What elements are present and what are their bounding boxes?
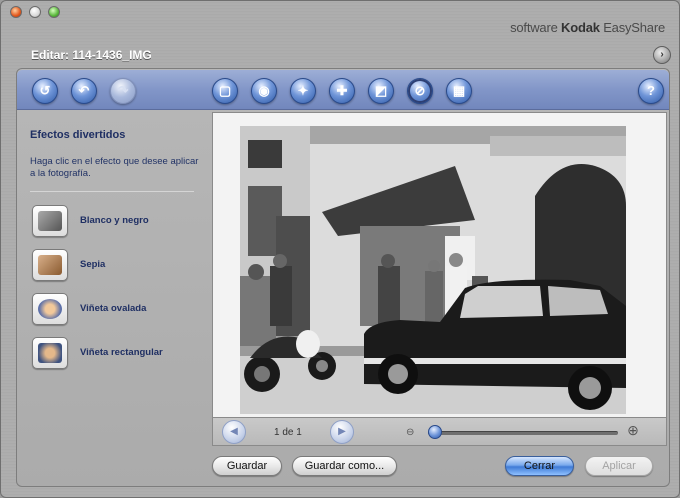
effect-oval-vignette[interactable]: Viñeta ovalada [30,293,200,329]
undo-button[interactable]: ↶ [71,78,97,104]
undo-icon: ↶ [78,83,90,98]
arrow-right-icon: ▶ [338,426,346,437]
effect-black-and-white[interactable]: Blanco y negro [30,205,200,241]
effect-thumbnail [32,249,68,281]
effect-rectangular-vignette[interactable]: Viñeta rectangular [30,337,200,373]
enhance-button[interactable]: ✦ [290,78,316,104]
sidebar-description: Haga clic en el efecto que desee aplicar… [30,156,199,179]
help-button[interactable]: ? [638,78,664,104]
effect-label: Viñeta rectangular [80,347,163,358]
page-indicator: 1 de 1 [274,427,302,438]
scratch-removal-button[interactable]: ▦ [446,78,472,104]
divider [30,191,194,192]
adjust-icon: ✚ [336,83,348,98]
photo-preview [240,126,626,414]
close-button[interactable]: Cerrar [505,456,574,476]
zoom-slider[interactable] [428,431,618,435]
rotate-left-button[interactable]: ↺ [32,78,58,104]
close-window-icon[interactable] [10,6,22,18]
previous-photo-button[interactable]: ◀ [222,420,246,444]
color-button[interactable]: ◩ [368,78,394,104]
brand-suffix: EasyShare [603,20,665,35]
sidebar-title: Efectos divertidos [30,129,126,141]
effect-label: Sepia [80,259,106,270]
street-photo-image [240,126,626,414]
brand-name: Kodak [561,20,600,35]
crop-button[interactable]: ▢ [212,78,238,104]
info-icon[interactable]: › [653,46,671,64]
save-button[interactable]: Guardar [212,456,282,476]
arrow-left-icon: ◀ [230,426,238,437]
adjust-button[interactable]: ✚ [329,78,355,104]
zoom-slider-thumb[interactable] [428,425,442,439]
color-icon: ◩ [374,83,388,98]
red-eye-button[interactable]: ◉ [251,78,277,104]
save-as-button[interactable]: Guardar como... [292,456,397,476]
red-eye-icon: ◉ [258,83,270,98]
page-title: Editar: 114-1436_IMG [31,48,152,62]
next-photo-button[interactable]: ▶ [330,420,354,444]
redo-button[interactable]: ↷ [110,78,136,104]
effect-label: Blanco y negro [80,215,149,226]
effect-sepia[interactable]: Sepia [30,249,200,285]
redo-icon: ↷ [117,83,129,98]
zoom-window-icon[interactable] [48,6,60,18]
brand-logo: software Kodak EasyShare [510,20,665,35]
enhance-icon: ✦ [297,83,309,98]
rotate-left-icon: ↺ [39,83,51,98]
minimize-window-icon[interactable] [29,6,41,18]
effect-thumbnail [32,293,68,325]
apply-button[interactable]: Aplicar [585,456,653,476]
effect-thumbnail [32,205,68,237]
effect-label: Viñeta ovalada [80,303,147,314]
zoom-in-icon[interactable]: ⊕ [622,422,644,444]
zoom-out-icon[interactable]: ⊖ [406,427,414,438]
effect-thumbnail [32,337,68,369]
help-icon: ? [647,83,655,98]
fun-effects-icon: ⊘ [414,83,426,98]
fun-effects-button[interactable]: ⊘ [407,78,433,104]
crop-icon: ▢ [218,83,232,98]
brand-prefix: software [510,20,558,35]
scratch-icon: ▦ [452,83,466,98]
